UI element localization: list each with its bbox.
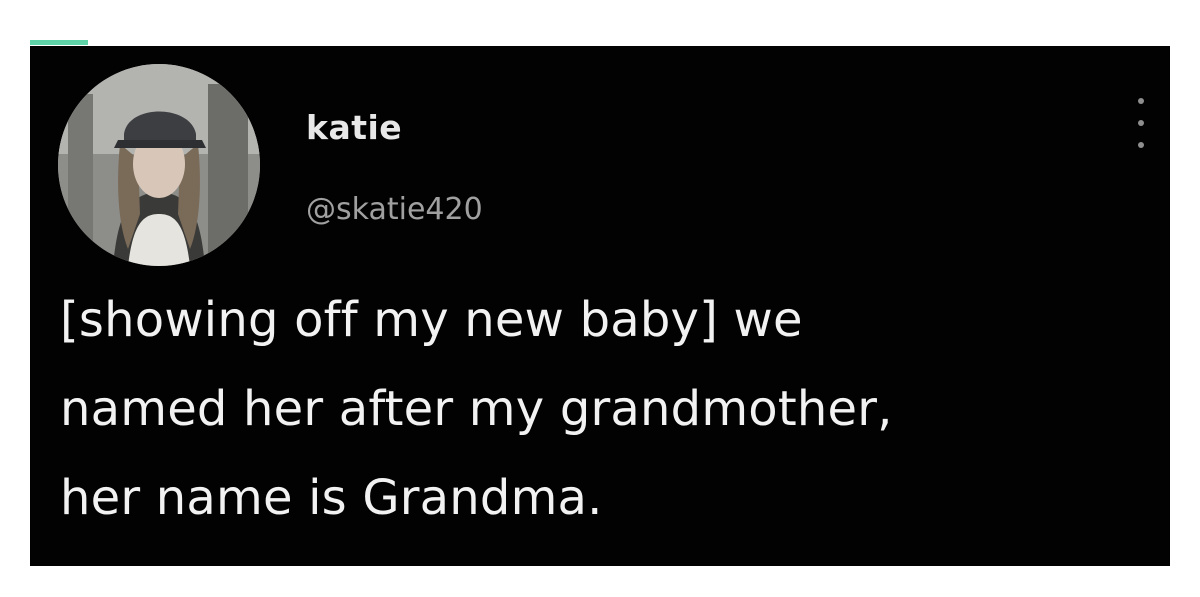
tweet-card: katie @skatie420 [showing off my new bab… [30, 46, 1170, 566]
avatar-photo-icon [58, 64, 260, 266]
accent-strip [30, 40, 88, 45]
more-options-button[interactable] [1130, 98, 1152, 148]
user-handle[interactable]: @skatie420 [306, 192, 483, 227]
avatar[interactable] [58, 64, 260, 266]
more-vertical-icon-dot [1138, 120, 1144, 126]
display-name[interactable]: katie [306, 108, 402, 147]
more-vertical-icon-dot [1138, 142, 1144, 148]
more-vertical-icon [1138, 98, 1144, 104]
tweet-text: [showing off my new baby] we named her a… [60, 292, 893, 526]
